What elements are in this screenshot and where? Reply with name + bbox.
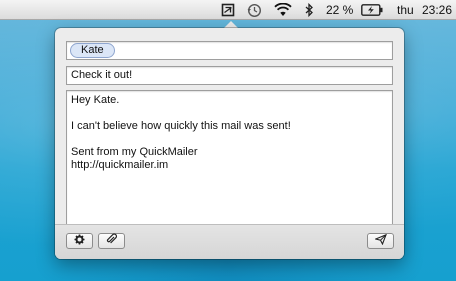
wifi-icon[interactable] xyxy=(272,0,294,20)
message-body[interactable]: Hey Kate. I can't believe how quickly th… xyxy=(66,90,393,239)
body-line xyxy=(71,107,388,120)
menubar-day[interactable]: thu xyxy=(397,0,414,20)
bluetooth-icon[interactable] xyxy=(302,0,316,20)
battery-percent[interactable]: 22 % xyxy=(326,0,353,20)
time-machine-icon[interactable] xyxy=(244,0,264,20)
subject-field[interactable]: Check it out! xyxy=(66,66,393,85)
attach-button[interactable] xyxy=(98,233,125,249)
body-line: Hey Kate. xyxy=(71,94,120,106)
menubar-clock[interactable]: 23:26 xyxy=(422,0,452,20)
paperclip-icon xyxy=(106,232,117,250)
body-line: http://quickmailer.im xyxy=(71,159,169,171)
send-button[interactable] xyxy=(367,233,394,249)
body-line: Sent from my QuickMailer xyxy=(71,146,198,158)
gear-icon xyxy=(74,232,85,250)
settings-button[interactable] xyxy=(66,233,93,249)
body-line: I can't believe how quickly this mail wa… xyxy=(71,120,291,132)
body-line xyxy=(71,133,388,146)
quickmailer-menubar-icon[interactable] xyxy=(218,0,238,20)
battery-charging-icon[interactable] xyxy=(360,0,384,20)
paper-plane-icon xyxy=(373,232,387,250)
menu-bar: 22 % thu 23:26 xyxy=(0,0,456,20)
quickmailer-popover: Kate Check it out! Hey Kate. I can't bel… xyxy=(55,28,404,259)
recipient-field[interactable]: Kate xyxy=(66,41,393,60)
bottom-toolbar xyxy=(55,224,404,259)
recipient-token[interactable]: Kate xyxy=(70,43,115,58)
